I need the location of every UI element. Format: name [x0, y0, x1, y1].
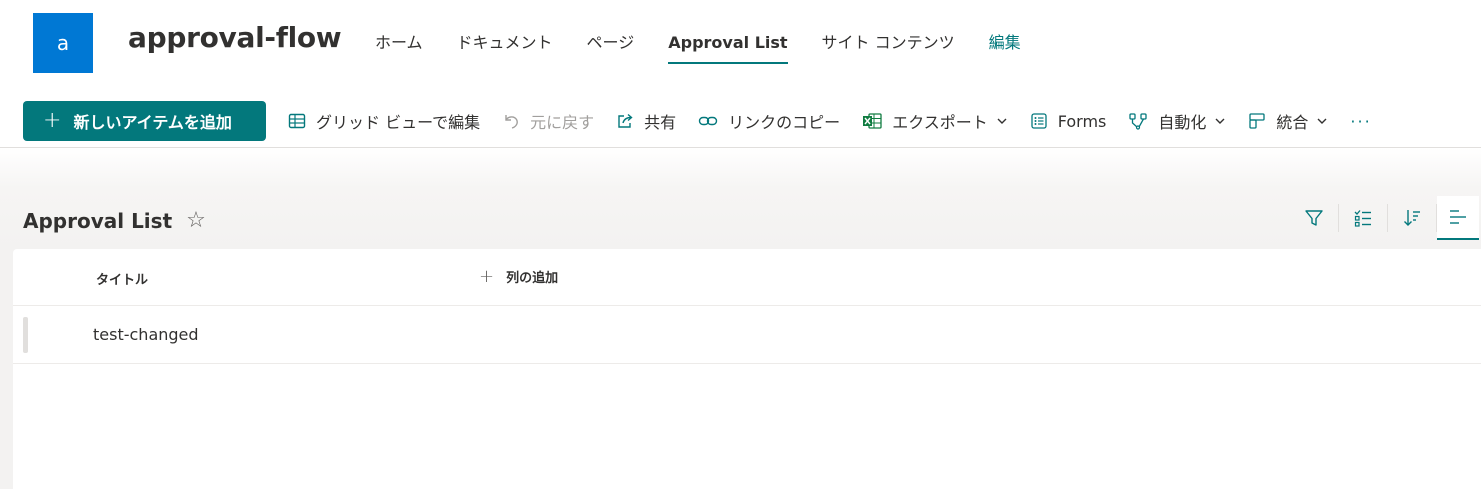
column-header-row: タイトル + 列の追加 — [13, 249, 1481, 306]
command-bar: + 新しいアイテムを追加 グリッド ビューで編集 元に戻す 共有 リンクのコピー… — [0, 94, 1481, 148]
chevron-down-icon — [997, 118, 1007, 124]
nav-item-home[interactable]: ホーム — [375, 30, 423, 64]
list-panel: タイトル + 列の追加 test-changed — [13, 249, 1481, 489]
nav-item-documents[interactable]: ドキュメント — [457, 30, 553, 64]
nav-item-approval-list[interactable]: Approval List — [668, 30, 788, 64]
grid-edit-button[interactable]: グリッド ビューで編集 — [288, 101, 480, 141]
export-button[interactable]: エクスポート — [862, 101, 1008, 141]
more-icon: ··· — [1350, 111, 1372, 131]
sort-icon — [1404, 210, 1420, 226]
group-view-button[interactable] — [1339, 196, 1387, 240]
grid-icon — [288, 113, 306, 129]
more-commands-button[interactable]: ··· — [1350, 101, 1371, 141]
integrate-button[interactable]: 統合 — [1248, 101, 1328, 141]
automate-label: 自動化 — [1158, 113, 1207, 132]
table-row[interactable]: test-changed — [13, 306, 1481, 364]
share-icon — [618, 113, 633, 128]
undo-button[interactable]: 元に戻す — [502, 101, 594, 141]
sort-button[interactable] — [1388, 196, 1436, 240]
site-title[interactable]: approval-flow — [128, 21, 342, 54]
nav-item-site-contents[interactable]: サイト コンテンツ — [822, 30, 955, 64]
nav-edit-link[interactable]: 編集 — [989, 30, 1021, 64]
view-lines-icon — [1450, 210, 1466, 224]
automate-icon — [1129, 113, 1148, 130]
forms-button[interactable]: Forms — [1030, 101, 1107, 141]
view-options-button[interactable] — [1437, 196, 1479, 240]
site-header: a approval-flow ホーム ドキュメント ページ Approval … — [0, 0, 1481, 88]
column-header-title[interactable]: タイトル — [96, 269, 148, 288]
nav-item-pages[interactable]: ページ — [587, 30, 635, 64]
plus-icon: + — [479, 265, 495, 287]
share-label: 共有 — [644, 113, 677, 132]
add-column-label: 列の追加 — [506, 271, 559, 286]
chevron-down-icon — [1215, 118, 1225, 124]
excel-icon — [863, 113, 882, 129]
copy-link-button[interactable]: リンクのコピー — [698, 101, 840, 141]
forms-icon — [1031, 113, 1047, 129]
add-column-button[interactable]: + 列の追加 — [479, 267, 558, 286]
export-label: エクスポート — [892, 113, 988, 132]
undo-label: 元に戻す — [530, 113, 595, 132]
view-tools — [1290, 196, 1479, 240]
link-icon — [698, 116, 718, 126]
grid-edit-label: グリッド ビューで編集 — [316, 113, 481, 132]
undo-icon — [505, 115, 519, 129]
chevron-down-icon — [1317, 118, 1327, 124]
new-item-button[interactable]: + 新しいアイテムを追加 — [23, 101, 266, 141]
automate-button[interactable]: 自動化 — [1128, 101, 1226, 141]
copy-link-label: リンクのコピー — [728, 113, 841, 132]
new-item-label: 新しいアイテムを追加 — [73, 113, 232, 132]
site-nav: ホーム ドキュメント ページ Approval List サイト コンテンツ 編… — [375, 30, 1055, 64]
integrate-icon — [1249, 113, 1266, 129]
integrate-label: 統合 — [1276, 113, 1309, 132]
filter-button[interactable] — [1290, 196, 1338, 240]
command-items: グリッド ビューで編集 元に戻す 共有 リンクのコピー エクスポート Forms… — [288, 101, 1372, 141]
favorite-star-icon[interactable]: ☆ — [186, 210, 206, 232]
plus-icon: + — [43, 108, 62, 133]
row-title-cell[interactable]: test-changed — [93, 325, 199, 344]
list-checks-icon — [1354, 210, 1371, 227]
forms-label: Forms — [1057, 111, 1107, 131]
list-title-row: Approval List ☆ — [23, 206, 206, 236]
row-select-handle[interactable] — [23, 317, 28, 353]
filter-icon — [1305, 210, 1323, 226]
site-logo-letter: a — [56, 31, 70, 55]
site-logo[interactable]: a — [33, 13, 93, 73]
list-title: Approval List — [23, 209, 173, 233]
share-button[interactable]: 共有 — [616, 101, 676, 141]
